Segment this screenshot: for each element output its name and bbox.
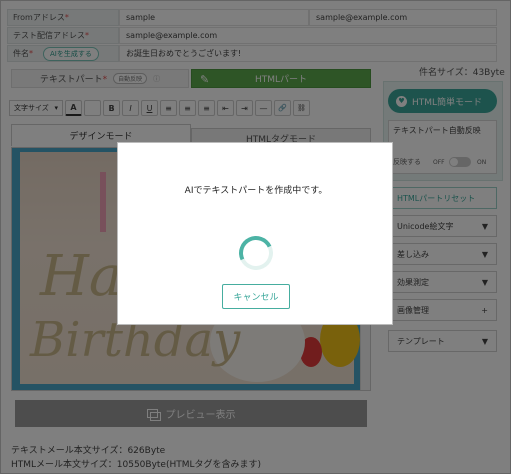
- loading-dialog: AIでテキストパートを作成中です。 キャンセル: [117, 142, 393, 325]
- cancel-button[interactable]: キャンセル: [222, 284, 290, 309]
- loading-spinner-icon: [234, 231, 278, 275]
- dialog-message: AIでテキストパートを作成中です。: [184, 186, 328, 196]
